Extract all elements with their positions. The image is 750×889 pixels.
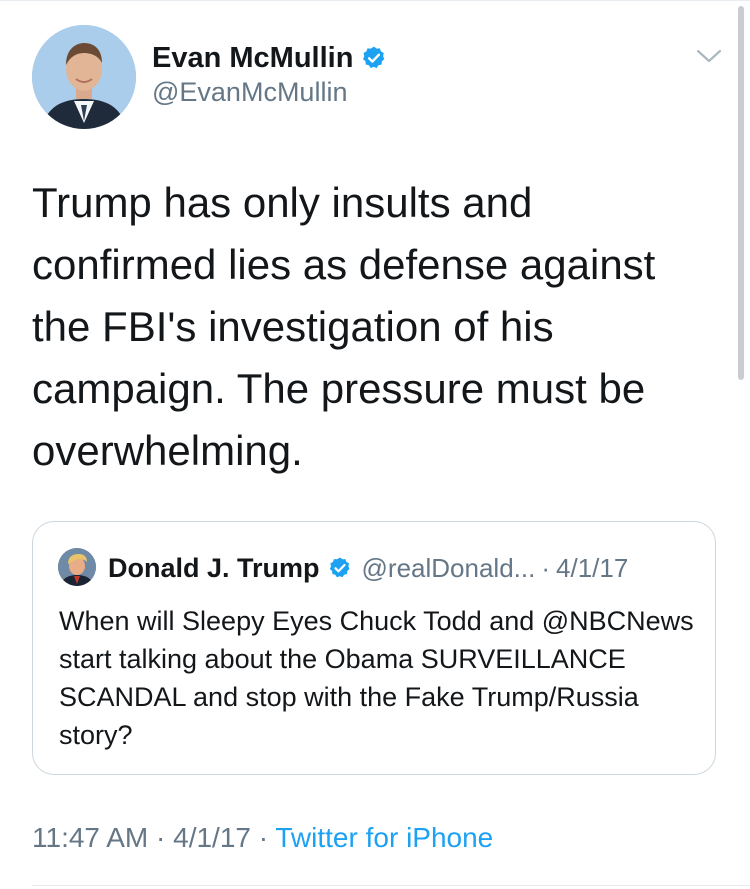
verified-badge-icon bbox=[361, 45, 387, 71]
tweet-time[interactable]: 11:47 AM bbox=[32, 822, 148, 853]
author-name-row: Evan McMullin bbox=[152, 38, 387, 78]
quoted-author-avatar bbox=[58, 548, 96, 586]
quoted-avatar-portrait-icon bbox=[58, 548, 96, 586]
quoted-header: Donald J. Trump @realDonald... · 4/1/17 bbox=[108, 550, 628, 586]
avatar-portrait-icon bbox=[32, 25, 136, 129]
meta-separator-2: · bbox=[258, 822, 269, 853]
quoted-tweet-text: When will Sleepy Eyes Chuck Todd and @NB… bbox=[59, 606, 694, 750]
tweet-metadata: 11:47 AM · 4/1/17 · Twitter for iPhone bbox=[32, 822, 493, 854]
quoted-tweet-card[interactable]: Donald J. Trump @realDonald... · 4/1/17 … bbox=[32, 521, 716, 775]
quoted-separator: · bbox=[541, 552, 551, 583]
chevron-down-icon[interactable] bbox=[695, 46, 723, 66]
author-avatar[interactable] bbox=[32, 25, 136, 129]
bottom-divider bbox=[32, 885, 750, 886]
scrollbar[interactable] bbox=[738, 6, 744, 380]
quoted-author-handle[interactable]: @realDonald... bbox=[362, 553, 536, 584]
quoted-author-name[interactable]: Donald J. Trump bbox=[108, 553, 320, 584]
tweet-text: Trump has only insults and confirmed lie… bbox=[32, 179, 656, 474]
meta-separator-1: · bbox=[156, 822, 166, 853]
author-name[interactable]: Evan McMullin bbox=[152, 42, 353, 75]
top-divider bbox=[0, 0, 750, 1]
tweet-source-link[interactable]: Twitter for iPhone bbox=[275, 822, 493, 853]
tweet-date[interactable]: 4/1/17 bbox=[173, 822, 251, 853]
quoted-date[interactable]: 4/1/17 bbox=[556, 553, 628, 584]
author-handle[interactable]: @EvanMcMullin bbox=[152, 77, 347, 108]
quoted-verified-badge-icon bbox=[328, 556, 352, 580]
